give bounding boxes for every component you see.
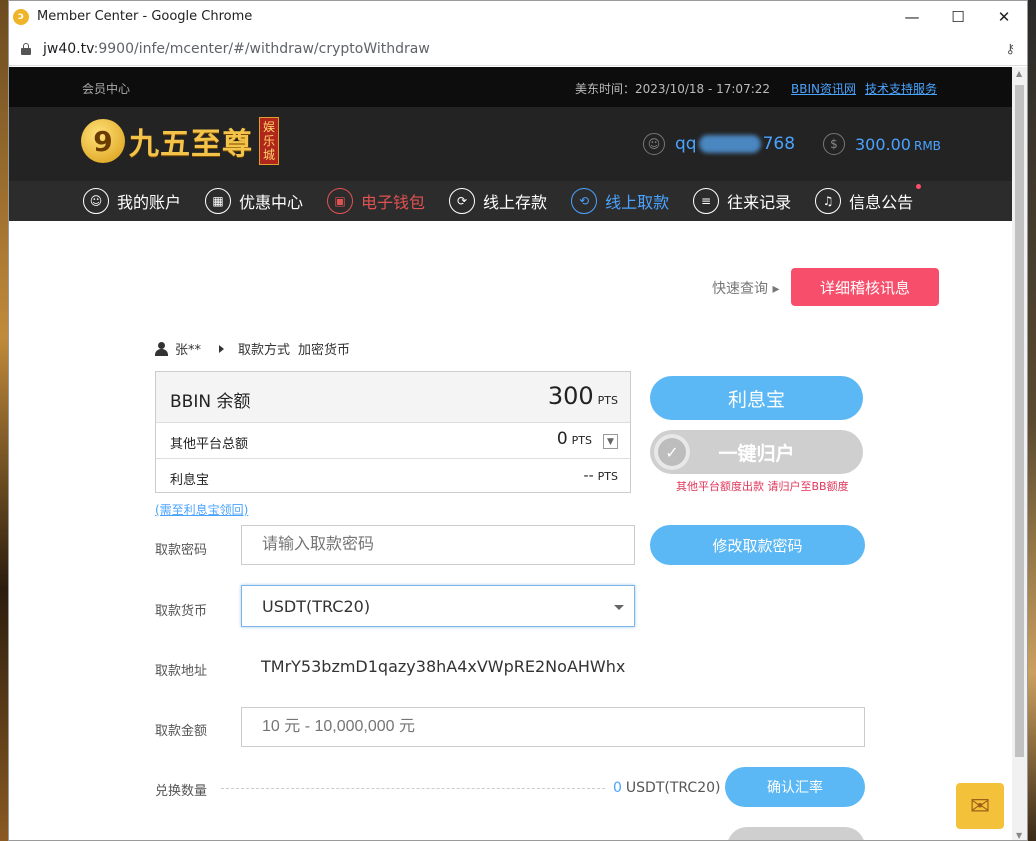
- nav-online-deposit[interactable]: ⟳ 线上存款: [449, 188, 547, 214]
- user-name: 张**: [175, 343, 202, 358]
- nav-announcements[interactable]: ♫ 信息公告: [815, 184, 922, 214]
- scroll-down-icon[interactable]: ▼: [1016, 831, 1022, 840]
- username: qq 768: [675, 134, 796, 154]
- person-icon: [155, 341, 168, 356]
- bbin-balance-value: 300 PTS: [547, 382, 618, 410]
- nav-online-withdraw[interactable]: ⟲ 线上取款: [571, 188, 669, 214]
- submit-button-partial[interactable]: [727, 827, 865, 840]
- other-platform-row: 其他平台总额 0 PTS ▼: [156, 423, 630, 459]
- window-controls: — ☐ ✕: [889, 1, 1027, 32]
- amount-input[interactable]: [241, 707, 865, 747]
- address-value: TMrY53bzmD1qazy38hA4xVWpRE2NoAHWhx: [261, 657, 626, 676]
- check-icon: ✓: [654, 434, 690, 470]
- main-nav: ☺ 我的账户 ▦ 优惠中心 ▣ 电子钱包 ⟳ 线上存款 ⟲ 线上取款 ≡ 往来记录 ♫ 信息公…: [9, 181, 1013, 221]
- logo-text: 九五至尊: [129, 127, 253, 162]
- interest-row: 利息宝 -- PTS: [156, 459, 630, 492]
- interest-label: 利息宝: [170, 473, 210, 488]
- other-platform-value: 0 PTS: [556, 429, 592, 449]
- deposit-icon: ⟳: [449, 188, 476, 214]
- dollar-icon: $: [823, 133, 845, 155]
- site-logo[interactable]: 9 九五至尊 娱乐城: [81, 117, 279, 165]
- scroll-thumb[interactable]: [1015, 85, 1024, 757]
- interest-value: -- PTS: [583, 468, 618, 484]
- wallet-icon: ▣: [327, 188, 354, 214]
- desktop-background-right: [1028, 0, 1036, 841]
- tech-support-link[interactable]: 技术支持服务: [865, 80, 937, 97]
- balance-info: $ 300.00 RMB: [823, 133, 941, 155]
- change-password-button[interactable]: 修改取款密码: [650, 525, 865, 565]
- top-strip: 会员中心 美东时间：2023/10/18 - 17:07:22 BBIN资讯网 …: [9, 67, 1013, 107]
- dotted-divider: [221, 788, 605, 789]
- header-balance: 300.00 RMB: [855, 134, 941, 154]
- bbin-news-link[interactable]: BBIN资讯网: [791, 80, 856, 97]
- logo-mark: 9: [81, 119, 125, 163]
- page-content: 会员中心 美东时间：2023/10/18 - 17:07:22 BBIN资讯网 …: [9, 67, 1013, 840]
- currency-select[interactable]: USDT(TRC20): [241, 585, 635, 627]
- nav-e-wallet[interactable]: ▣ 电子钱包: [327, 188, 425, 214]
- withdraw-panel: 快速查询 ▸ 详细稽核讯息 张** 取款方式 加密货币 BBIN 余额 300 P…: [9, 221, 1013, 840]
- confirm-rate-button[interactable]: 确认汇率: [725, 767, 865, 807]
- password-input[interactable]: [241, 525, 635, 565]
- exchange-label: 兑换数量: [155, 784, 208, 799]
- password-label: 取款密码: [155, 543, 208, 558]
- page-scrollbar[interactable]: ▲ ▼: [1012, 67, 1027, 840]
- other-platform-label: 其他平台总额: [170, 437, 249, 452]
- records-icon: ≡: [693, 188, 720, 214]
- scroll-up-icon[interactable]: ▲: [1016, 69, 1022, 78]
- username-redaction: [698, 135, 761, 153]
- minimize-button[interactable]: —: [889, 1, 935, 32]
- maximize-button[interactable]: ☐: [935, 1, 981, 32]
- us-east-time: 美东时间：2023/10/18 - 17:07:22: [575, 82, 771, 96]
- address-label: 取款地址: [155, 664, 208, 679]
- logo-tag: 娱乐城: [259, 117, 279, 165]
- amount-label: 取款金额: [155, 724, 208, 739]
- window-title: Member Center - Google Chrome: [37, 9, 253, 24]
- exchange-amount: 0 USDT(TRC20): [613, 780, 721, 796]
- nav-my-account[interactable]: ☺ 我的账户: [83, 188, 181, 214]
- transfer-note: 其他平台额度出款 请归户至BB额度: [676, 480, 849, 493]
- user-icon: ☺: [83, 188, 109, 214]
- gift-icon[interactable]: ✉: [954, 781, 1006, 831]
- nav-promotions[interactable]: ▦ 优惠中心: [205, 188, 303, 214]
- chevron-down-icon: [614, 605, 624, 610]
- nav-records[interactable]: ≡ 往来记录: [693, 188, 791, 214]
- key-icon[interactable]: ⚷: [1005, 42, 1015, 57]
- expand-icon[interactable]: ▼: [603, 434, 618, 449]
- close-button[interactable]: ✕: [981, 1, 1027, 32]
- address-bar[interactable]: jw40.tv:9900/infe/mcenter/#/withdraw/cry…: [9, 32, 1027, 66]
- notification-dot: [916, 184, 922, 189]
- user-icon: ☺: [643, 133, 665, 155]
- url-host: jw40.tv: [43, 40, 94, 57]
- lock-icon[interactable]: [21, 42, 31, 55]
- bbin-balance-row: BBIN 余额 300 PTS: [156, 372, 630, 423]
- interest-retrieve-link[interactable]: (需至利息宝领回): [155, 501, 248, 518]
- bbin-balance-label: BBIN 余额: [170, 392, 251, 412]
- balance-table: BBIN 余额 300 PTS 其他平台总额 0 PTS ▼ 利息宝 -- PTS: [155, 371, 631, 493]
- withdraw-icon: ⟲: [571, 188, 598, 214]
- url-path: :9900/infe/mcenter/#/withdraw/cryptoWith…: [93, 40, 430, 57]
- member-center-label: 会员中心: [82, 82, 131, 96]
- audit-details-button[interactable]: 详细稽核讯息: [791, 268, 939, 306]
- withdraw-info-row: 张** 取款方式 加密货币: [155, 339, 350, 358]
- quick-query-link[interactable]: 快速查询 ▸: [712, 278, 779, 298]
- withdraw-method-label: 取款方式: [238, 343, 291, 358]
- bell-icon: ♫: [815, 188, 842, 214]
- arrow-right-icon: [219, 344, 225, 353]
- site-header: 9 九五至尊 娱乐城 ☺ qq 768 $ 300.00 RMB: [9, 107, 1013, 181]
- url-text[interactable]: jw40.tv:9900/infe/mcenter/#/withdraw/cry…: [43, 41, 430, 57]
- desktop-background-left: [0, 0, 8, 841]
- withdraw-method-value: 加密货币: [298, 343, 351, 358]
- one-key-transfer-button[interactable]: ✓ 一键归户: [650, 430, 863, 474]
- gift-icon: ▦: [205, 188, 232, 214]
- app-icon: ↄ: [13, 8, 29, 25]
- browser-window: ↄ Member Center - Google Chrome — ☐ ✕ jw…: [8, 0, 1028, 841]
- currency-label: 取款货币: [155, 604, 208, 619]
- user-info: ☺ qq 768: [643, 133, 795, 155]
- interest-button[interactable]: 利息宝: [650, 376, 863, 420]
- title-bar: ↄ Member Center - Google Chrome — ☐ ✕: [9, 1, 1027, 32]
- currency-value: USDT(TRC20): [262, 596, 371, 616]
